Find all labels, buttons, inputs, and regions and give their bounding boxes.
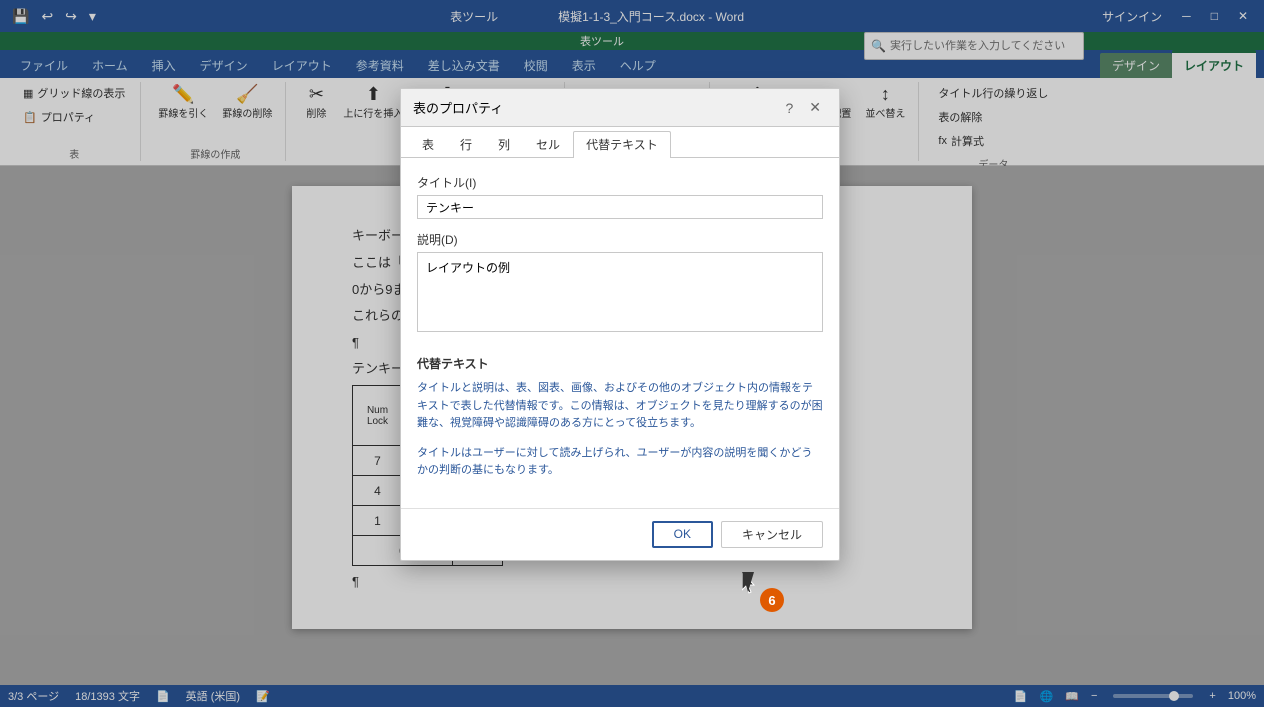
ok-button[interactable]: OK [652, 521, 713, 548]
mouse-cursor [742, 572, 754, 592]
cursor-icon [742, 572, 758, 594]
dialog-tab-col[interactable]: 列 [485, 131, 523, 157]
desc-field-label: 説明(D) [417, 231, 823, 248]
step-badge-6: 6 [760, 588, 784, 612]
dialog-title-buttons: ? ✕ [779, 97, 827, 118]
alt-text-heading: 代替テキスト [417, 355, 823, 372]
dialog-footer: OK キャンセル [401, 508, 839, 560]
dialog-tab-alttext[interactable]: 代替テキスト [573, 131, 671, 158]
dialog-tab-cell[interactable]: セル [523, 131, 573, 157]
dialog-close-button[interactable]: ✕ [803, 97, 827, 118]
modal-overlay: 表のプロパティ ? ✕ 表 行 列 セル 代替テキスト タイトル(I) 説明(D… [0, 0, 1264, 707]
cancel-button[interactable]: キャンセル [721, 521, 823, 548]
dialog-table-properties: 表のプロパティ ? ✕ 表 行 列 セル 代替テキスト タイトル(I) 説明(D… [400, 88, 840, 561]
dialog-title-bar: 表のプロパティ ? ✕ [401, 89, 839, 127]
title-field-label: タイトル(I) [417, 174, 823, 191]
dialog-content: タイトル(I) 説明(D) レイアウトの例 代替テキスト タイトルと説明は、表、… [401, 158, 839, 508]
title-input[interactable] [417, 195, 823, 219]
dialog-tab-row[interactable]: 行 [447, 131, 485, 157]
alt-text-paragraph1: タイトルと説明は、表、図表、画像、およびその他のオブジェクト内の情報をテキストで… [417, 380, 823, 433]
dialog-tab-table[interactable]: 表 [409, 131, 447, 157]
alt-text-paragraph2: タイトルはユーザーに対して読み上げられ、ユーザーが内容の説明を聞くかどうかの判断… [417, 445, 823, 480]
alt-text-section: 代替テキスト タイトルと説明は、表、図表、画像、およびその他のオブジェクト内の情… [417, 355, 823, 480]
description-textarea[interactable]: レイアウトの例 [417, 252, 823, 332]
dialog-help-button[interactable]: ? [779, 97, 799, 118]
dialog-title: 表のプロパティ [413, 98, 503, 117]
dialog-tabs: 表 行 列 セル 代替テキスト [401, 127, 839, 158]
